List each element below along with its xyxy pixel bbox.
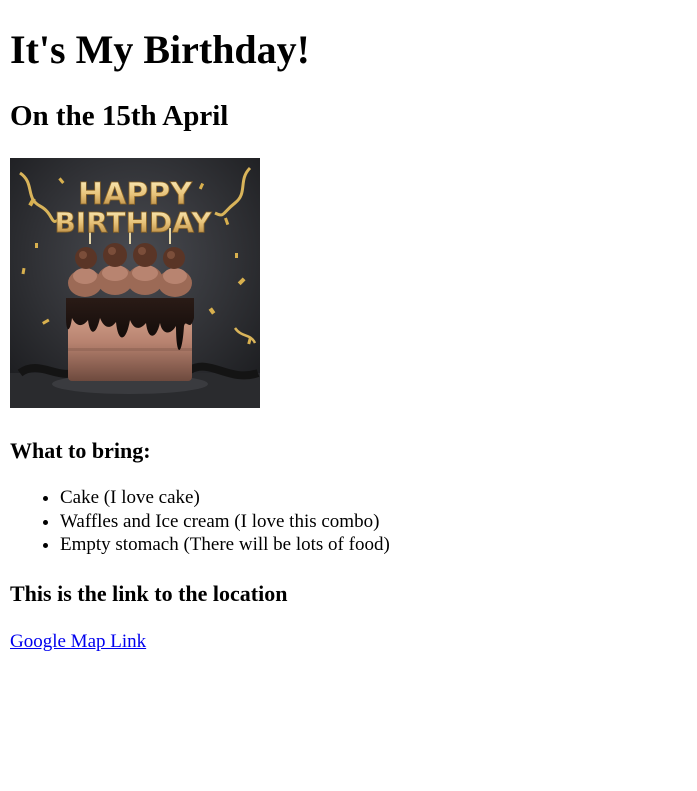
list-item: Cake (I love cake) xyxy=(60,486,390,510)
bring-heading: What to bring: xyxy=(10,438,151,463)
location-heading: This is the link to the location xyxy=(10,581,288,606)
page-title: It's My Birthday! xyxy=(10,27,310,72)
birthday-cake-image: HAPPY BIRTHDAY xyxy=(10,158,260,408)
date-subtitle: On the 15th April xyxy=(10,100,229,132)
list-item: Waffles and Ice cream (I love this combo… xyxy=(60,510,390,534)
list-item: Empty stomach (There will be lots of foo… xyxy=(60,533,390,557)
google-map-link[interactable]: Google Map Link xyxy=(10,630,146,653)
svg-text:BIRTHDAY: BIRTHDAY xyxy=(54,206,212,239)
bring-list: Cake (I love cake) Waffles and Ice cream… xyxy=(10,486,390,557)
